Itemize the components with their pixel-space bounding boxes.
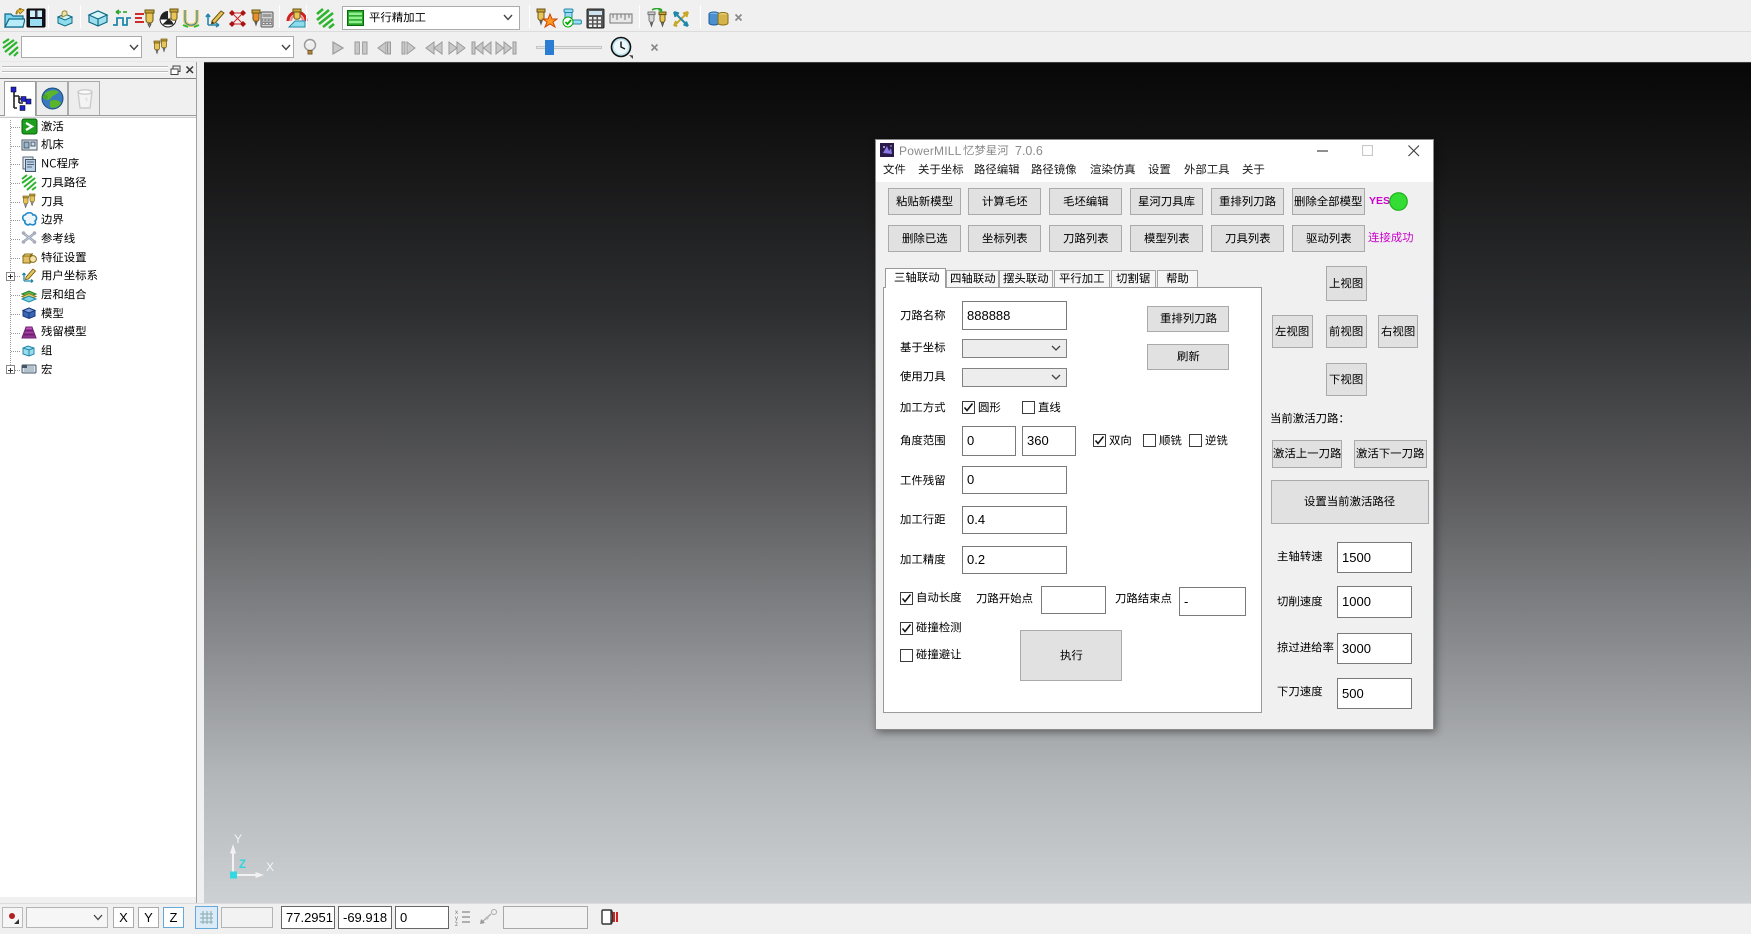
svg-text:z: z [455, 922, 458, 926]
svg-text:X: X [266, 860, 274, 874]
svg-text:Y: Y [234, 832, 242, 846]
svg-text:Z: Z [239, 859, 246, 871]
